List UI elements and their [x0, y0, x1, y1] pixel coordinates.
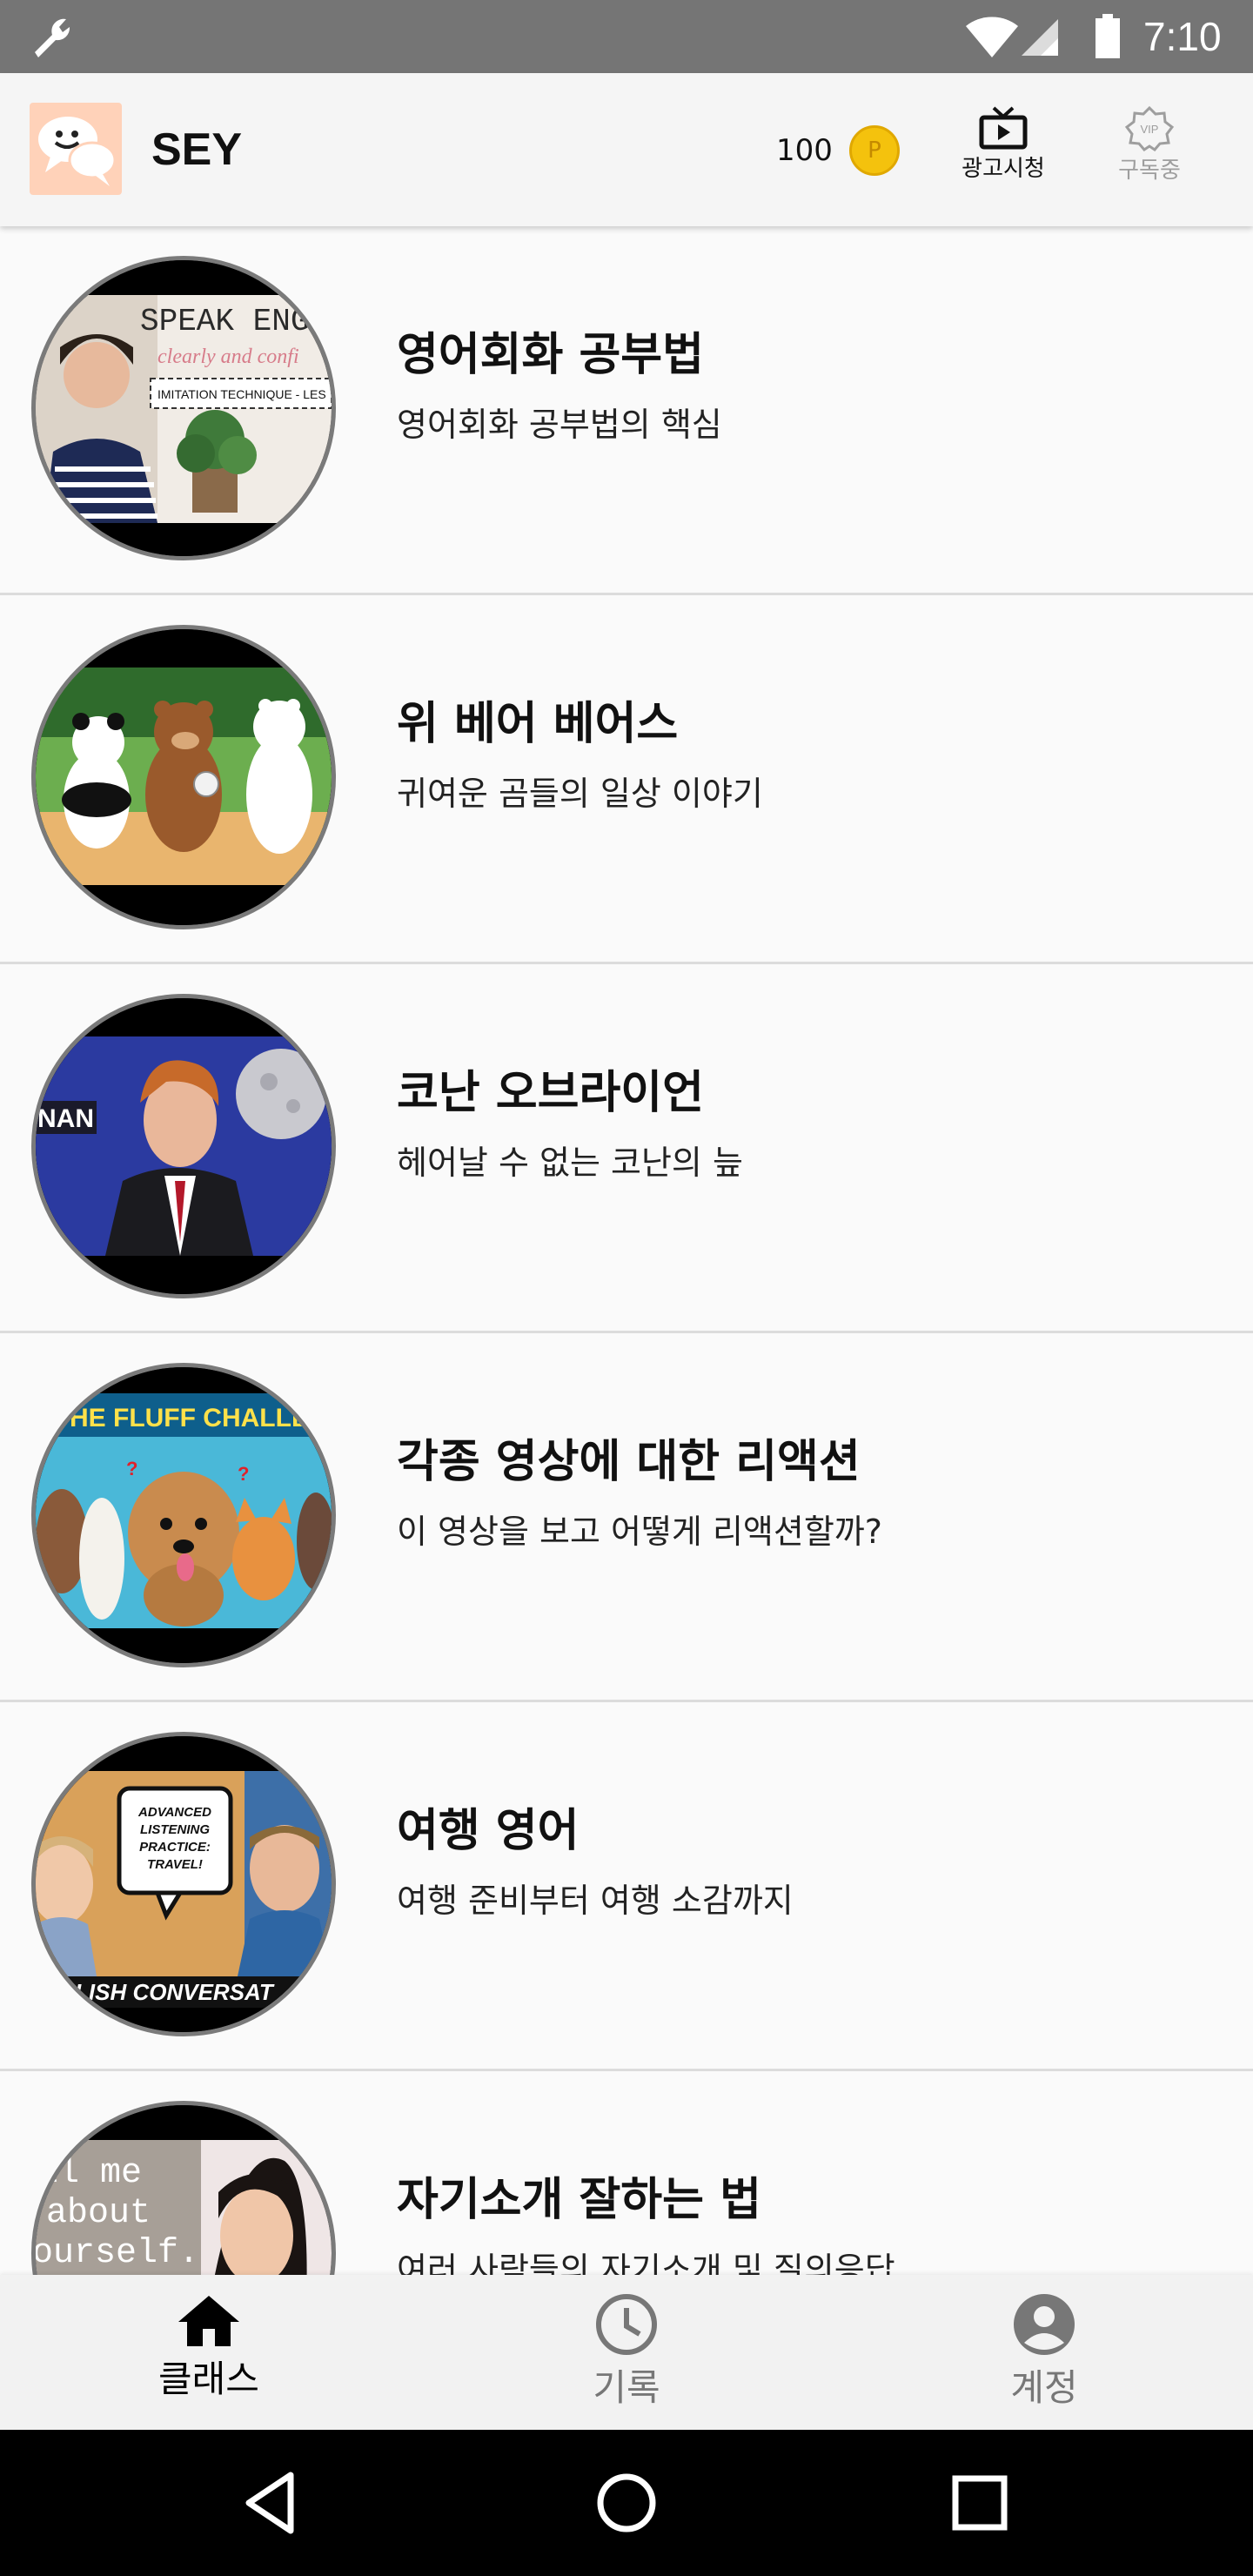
svg-text:?: ?: [126, 1458, 137, 1479]
nav-label: 계정: [1010, 2366, 1078, 2409]
nav-tab-history[interactable]: 기록: [522, 2292, 731, 2414]
svg-text:?: ?: [238, 1463, 249, 1485]
thumb-text: PRACTICE:: [139, 1840, 211, 1855]
class-title: 각종 영상에 대한 리액션: [397, 1436, 861, 1488]
vip-badge-text: VIP: [1141, 123, 1159, 136]
class-thumbnail: NAN: [31, 994, 336, 1298]
back-icon[interactable]: [237, 2466, 310, 2539]
class-title: 영어회화 공부법: [397, 329, 704, 381]
class-item-speaking-method[interactable]: SPEAK ENGL clearly and confi IMITATION T…: [0, 226, 1253, 595]
class-item-reactions[interactable]: T THE FLUFF CHALLE ? ? 각종 영상에 대한 리액션 이 영…: [0, 1333, 1253, 1702]
class-title: 위 베어 베어스: [397, 698, 679, 750]
bottom-navigation: 클래스 기록 계정: [0, 2275, 1253, 2430]
class-thumbnail: ADVANCED LISTENING PRACTICE: TRAVEL! NGL…: [31, 1732, 336, 2036]
class-title: 자기소개 잘하는 법: [397, 2174, 761, 2226]
home-icon: [178, 2296, 239, 2346]
app-logo[interactable]: [30, 103, 122, 195]
class-thumbnail: T THE FLUFF CHALLE ? ?: [31, 1363, 336, 1667]
nav-label: 기록: [593, 2366, 660, 2409]
thumb-text: NAN: [37, 1104, 94, 1133]
clock-time: 7:10: [1143, 14, 1222, 59]
thumb-text: about: [46, 2194, 151, 2233]
thumb-text: TRAVEL!: [147, 1857, 203, 1872]
class-subtitle: 헤어날 수 없는 코난의 늪: [397, 1144, 743, 1182]
nav-label: 클래스: [158, 2358, 259, 2400]
vip-badge-icon: VIP: [1124, 106, 1175, 151]
thumb-text: ourself.: [36, 2234, 199, 2273]
thumb-text: ADVANCED: [137, 1805, 211, 1820]
points-count: 100: [776, 133, 833, 168]
status-bar: 7:10: [0, 0, 1253, 73]
wrench-icon: [35, 18, 70, 57]
class-item-conan-obrien[interactable]: NAN 코난 오브라이언 헤어날 수 없는 코난의 늪: [0, 964, 1253, 1333]
watch-ad-label: 광고시청: [962, 156, 1045, 182]
class-subtitle: 이 영상을 보고 어떻게 리액션할까?: [397, 1513, 882, 1551]
thumb-text: ll me: [37, 2154, 142, 2193]
class-thumbnail: SPEAK ENGL clearly and confi IMITATION T…: [31, 256, 336, 560]
thumb-text: clearly and confi: [157, 345, 299, 368]
class-item-we-bare-bears[interactable]: 위 베어 베어스 귀여운 곰들의 일상 이야기: [0, 595, 1253, 964]
subscription-label: 구독중: [1118, 158, 1181, 184]
wifi-icon: [966, 17, 1018, 58]
thumb-text: T THE FLUFF CHALLE: [36, 1404, 309, 1432]
thumb-text: IMITATION TECHNIQUE - LES: [157, 387, 326, 401]
recents-icon[interactable]: [943, 2466, 1016, 2539]
class-subtitle: 여행 준비부터 여행 소감까지: [397, 1882, 794, 1920]
app-bar: SEY 100 P 광고시청 VIP 구독중: [0, 73, 1253, 226]
class-subtitle: 귀여운 곰들의 일상 이야기: [397, 775, 763, 813]
home-circle-icon[interactable]: [590, 2466, 663, 2539]
class-list: SPEAK ENGL clearly and confi IMITATION T…: [0, 226, 1253, 2275]
nav-tab-classes[interactable]: 클래스: [104, 2292, 313, 2405]
system-navigation-bar: [0, 2430, 1253, 2576]
thumb-text: LISTENING: [140, 1822, 210, 1837]
battery-icon: [1096, 14, 1120, 58]
thumb-text: SPEAK ENGL: [140, 304, 328, 339]
class-thumbnail: ll me about ourself.: [31, 2101, 336, 2275]
chat-bubbles-logo-icon: [38, 117, 117, 186]
account-circle-icon: [1014, 2294, 1075, 2355]
subscription-button[interactable]: VIP 구독중: [1093, 106, 1206, 186]
class-item-self-introduction[interactable]: ll me about ourself. 자기소개 잘하는 법 여러 사람들의 …: [0, 2071, 1253, 2275]
app-title: SEY: [151, 124, 243, 175]
class-subtitle: 여러 사람들의 자기소개 및 질의응답: [397, 2251, 895, 2275]
watch-ad-button[interactable]: 광고시청: [947, 106, 1060, 184]
signal-icon: [1022, 19, 1058, 56]
class-item-travel-english[interactable]: ADVANCED LISTENING PRACTICE: TRAVEL! NGL…: [0, 1702, 1253, 2071]
class-thumbnail: [31, 625, 336, 929]
tv-play-icon: [979, 106, 1028, 150]
class-title: 코난 오브라이언: [397, 1067, 704, 1119]
thumb-text: NGLISH CONVERSAT: [41, 1979, 275, 2005]
class-title: 여행 영어: [397, 1805, 580, 1857]
nav-tab-account[interactable]: 계정: [940, 2292, 1149, 2414]
coin-icon: P: [849, 125, 900, 176]
class-subtitle: 영어회화 공부법의 핵심: [397, 406, 722, 444]
clock-icon: [596, 2294, 657, 2355]
